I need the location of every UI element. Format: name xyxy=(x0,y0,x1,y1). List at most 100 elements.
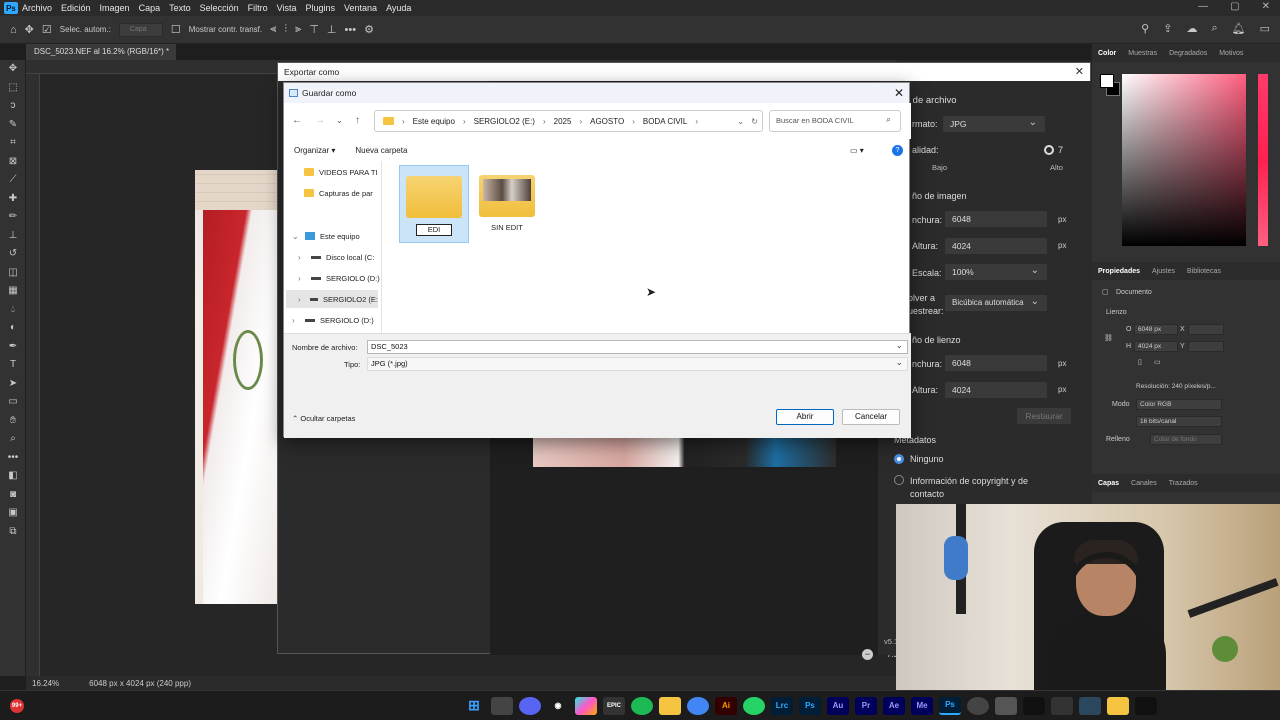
address-dropdown-icon[interactable]: ⌄ xyxy=(737,117,744,126)
pen-tool-icon[interactable]: ✒ xyxy=(0,338,26,357)
folder-item-sin-edit[interactable]: SIN EDIT xyxy=(472,165,542,243)
tab-color[interactable]: Color xyxy=(1098,50,1116,57)
breadcrumb-year[interactable]: 2025 xyxy=(554,117,572,126)
photoshop-active-icon[interactable]: Ps xyxy=(939,696,961,715)
after-effects-icon[interactable]: Ae xyxy=(883,696,905,715)
folder-item-edit[interactable]: EDI xyxy=(399,165,469,243)
chrome-icon[interactable] xyxy=(687,696,709,715)
chevron-right-icon[interactable]: › xyxy=(292,316,300,325)
breadcrumb-month[interactable]: AGOSTO xyxy=(590,117,624,126)
capcut-icon[interactable] xyxy=(1051,696,1073,715)
more-tools-icon[interactable]: ••• xyxy=(0,449,26,468)
width-input[interactable]: 6048 xyxy=(944,210,1048,228)
landscape-icon[interactable]: ▭ xyxy=(1154,358,1161,366)
cloud-icon[interactable]: ☁ xyxy=(1186,22,1197,35)
hand-icon[interactable]: ⚲ xyxy=(1141,22,1149,35)
artboard-icon[interactable]: ⧉ xyxy=(0,523,26,542)
tiktok-icon[interactable] xyxy=(1023,696,1045,715)
tab-layers[interactable]: Capas xyxy=(1098,480,1119,487)
file-explorer-icon[interactable] xyxy=(659,696,681,715)
brush-tool-icon[interactable]: ✏ xyxy=(0,208,26,227)
settings-icon[interactable] xyxy=(967,696,989,715)
photoshop-icon[interactable]: Ps xyxy=(799,696,821,715)
tab-channels[interactable]: Canales xyxy=(1131,480,1157,487)
chevron-right-icon[interactable]: › xyxy=(543,117,546,126)
canvas-height-input[interactable]: 4024 xyxy=(944,381,1048,399)
mode-select[interactable]: Color RGB xyxy=(1136,399,1222,410)
up-arrow-icon[interactable]: ↑ xyxy=(355,115,360,126)
path-select-icon[interactable]: ➤ xyxy=(0,375,26,394)
task-view-icon[interactable] xyxy=(491,696,513,715)
canvas-width-input[interactable]: 6048 xyxy=(944,354,1048,372)
tab-properties[interactable]: Propiedades xyxy=(1098,268,1140,275)
nav-item-disco-c[interactable]: › Disco local (C: xyxy=(298,248,374,266)
height-input[interactable]: 4024 xyxy=(944,237,1048,255)
eraser-tool-icon[interactable]: ◫ xyxy=(0,264,26,283)
file-type-select[interactable]: JPG (*.jpg) xyxy=(367,356,908,371)
chevron-right-icon[interactable]: › xyxy=(298,253,306,262)
chevron-right-icon[interactable]: › xyxy=(298,295,305,304)
tab-swatches[interactable]: Muestras xyxy=(1128,50,1157,57)
chevron-right-icon[interactable]: › xyxy=(298,274,306,283)
chevron-down-icon[interactable]: ⌄ xyxy=(292,232,300,241)
chevron-right-icon[interactable]: › xyxy=(632,117,635,126)
menu-vista[interactable]: Vista xyxy=(277,3,297,13)
foreground-color-swatch[interactable] xyxy=(1100,74,1114,88)
scale-select[interactable]: 100% xyxy=(944,263,1048,281)
shape-tool-icon[interactable]: ▭ xyxy=(0,393,26,412)
history-brush-icon[interactable]: ↺ xyxy=(0,245,26,264)
open-button[interactable]: Abrir xyxy=(776,409,834,425)
auto-select-dropdown[interactable]: Capa xyxy=(118,22,163,37)
align-left-icon[interactable]: ⫷ xyxy=(270,23,276,36)
align-center-icon[interactable]: ⫶ xyxy=(284,23,287,36)
menu-filtro[interactable]: Filtro xyxy=(248,3,268,13)
canvas-width-input[interactable]: 6048 px xyxy=(1134,324,1178,335)
search-input[interactable]: Buscar en BODA CIVIL xyxy=(769,110,901,132)
breadcrumb-drive[interactable]: SERGIOLO2 (E:) xyxy=(474,117,535,126)
tab-patterns[interactable]: Motivos xyxy=(1219,50,1243,57)
forward-arrow-icon[interactable]: → xyxy=(315,115,325,126)
nav-item-sergiolo-d-2[interactable]: › SERGIOLO (D:) xyxy=(292,311,374,329)
premiere-icon[interactable]: Pr xyxy=(855,696,877,715)
move-tool-icon[interactable]: ✥ xyxy=(25,23,34,36)
illustrator-icon[interactable]: Ai xyxy=(715,696,737,715)
breadcrumb-este-equipo[interactable]: Este equipo xyxy=(413,117,455,126)
hand-tool-icon[interactable]: ✋︎ xyxy=(0,412,26,431)
nav-item-este-equipo[interactable]: ⌄ Este equipo xyxy=(292,227,360,245)
blur-tool-icon[interactable]: 💧︎ xyxy=(0,301,26,320)
metadata-copyright-radio[interactable] xyxy=(894,475,904,485)
bell-icon[interactable]: 🔔︎ xyxy=(1232,22,1246,35)
rename-input[interactable]: EDI xyxy=(416,224,452,236)
align-middle-icon[interactable]: ⊥ xyxy=(327,23,337,36)
hue-slider[interactable] xyxy=(1258,74,1268,246)
zoom-out-icon[interactable]: − xyxy=(862,649,873,660)
dodge-tool-icon[interactable]: ◐ xyxy=(0,319,26,338)
move-tool-icon[interactable]: ✥ xyxy=(0,60,26,79)
nav-item-sergiolo-d[interactable]: › SERGIOLO (D:) xyxy=(298,269,380,287)
notification-badge[interactable]: 99+ xyxy=(10,698,24,713)
whatsapp-icon[interactable] xyxy=(743,696,765,715)
close-icon[interactable]: ✕ xyxy=(1262,1,1270,12)
gradient-tool-icon[interactable]: ▦ xyxy=(0,282,26,301)
bits-select[interactable]: 16 bits/canal xyxy=(1136,416,1222,427)
fill-select[interactable]: Color de fondo xyxy=(1150,434,1222,445)
spotify-icon[interactable] xyxy=(631,696,653,715)
back-arrow-icon[interactable]: ← xyxy=(292,115,302,126)
lightroom-icon[interactable]: Lrc xyxy=(771,696,793,715)
help-icon[interactable]: ? xyxy=(892,144,903,156)
format-select[interactable]: JPG xyxy=(942,115,1046,133)
discord-icon[interactable] xyxy=(519,696,541,715)
breadcrumb-folder[interactable]: BODA CIVIL xyxy=(643,117,687,126)
crop-tool-icon[interactable]: ⌗ xyxy=(0,134,26,153)
checkbox-icon[interactable]: ☐ xyxy=(171,23,181,36)
frame-tool-icon[interactable]: ⊠ xyxy=(0,153,26,172)
filename-input[interactable]: DSC_5023 xyxy=(367,339,908,354)
x-input[interactable] xyxy=(1188,324,1224,335)
tab-adjustments[interactable]: Ajustes xyxy=(1152,268,1175,275)
menu-imagen[interactable]: Imagen xyxy=(100,3,130,13)
minimize-icon[interactable]: — xyxy=(1198,1,1208,12)
eyedropper-icon[interactable]: ⟋ xyxy=(0,171,26,190)
nav-item-capturas[interactable]: Capturas de par xyxy=(304,184,373,202)
menu-edicion[interactable]: Edición xyxy=(61,3,91,13)
menu-capa[interactable]: Capa xyxy=(139,3,161,13)
